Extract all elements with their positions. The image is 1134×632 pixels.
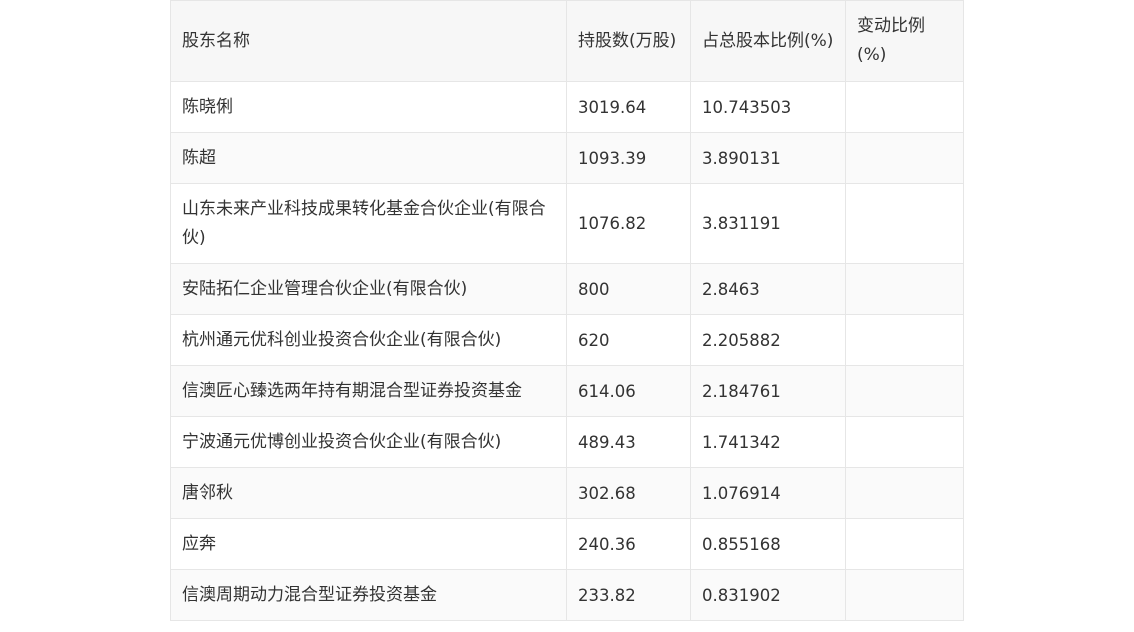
table-row: 杭州通元优科创业投资合伙企业(有限合伙) 620 2.205882 (170, 314, 964, 366)
cell-name: 安陆拓仁企业管理合伙企业(有限合伙) (170, 263, 567, 315)
cell-name: 宁波通元优博创业投资合伙企业(有限合伙) (170, 416, 567, 468)
cell-ratio: 1.741342 (690, 416, 846, 468)
cell-ratio: 1.076914 (690, 467, 846, 519)
cell-name: 杭州通元优科创业投资合伙企业(有限合伙) (170, 314, 567, 366)
table-row: 山东未来产业科技成果转化基金合伙企业(有限合伙) 1076.82 3.83119… (170, 183, 964, 264)
cell-shares: 302.68 (566, 467, 691, 519)
cell-shares: 233.82 (566, 569, 691, 621)
cell-name: 陈晓俐 (170, 81, 567, 133)
table-row: 宁波通元优博创业投资合伙企业(有限合伙) 489.43 1.741342 (170, 416, 964, 468)
cell-name: 信澳周期动力混合型证券投资基金 (170, 569, 567, 621)
table-row: 安陆拓仁企业管理合伙企业(有限合伙) 800 2.8463 (170, 263, 964, 315)
cell-change (845, 132, 964, 184)
cell-change (845, 314, 964, 366)
cell-shares: 614.06 (566, 365, 691, 417)
table-row: 应奔 240.36 0.855168 (170, 518, 964, 570)
cell-change (845, 416, 964, 468)
header-row: 股东名称 持股数(万股) 占总股本比例(%) 变动比例(%) (170, 0, 964, 82)
cell-name: 唐邻秋 (170, 467, 567, 519)
cell-change (845, 365, 964, 417)
cell-ratio: 2.184761 (690, 365, 846, 417)
table-row: 唐邻秋 302.68 1.076914 (170, 467, 964, 519)
cell-shares: 620 (566, 314, 691, 366)
cell-change (845, 263, 964, 315)
header-change-ratio: 变动比例(%) (845, 0, 964, 82)
header-share-ratio: 占总股本比例(%) (690, 0, 846, 82)
cell-shares: 489.43 (566, 416, 691, 468)
table-row: 陈超 1093.39 3.890131 (170, 132, 964, 184)
cell-ratio: 0.855168 (690, 518, 846, 570)
header-shares-held: 持股数(万股) (566, 0, 691, 82)
cell-name: 信澳匠心臻选两年持有期混合型证券投资基金 (170, 365, 567, 417)
table-row: 信澳匠心臻选两年持有期混合型证券投资基金 614.06 2.184761 (170, 365, 964, 417)
cell-change (845, 518, 964, 570)
cell-name: 陈超 (170, 132, 567, 184)
cell-change (845, 467, 964, 519)
cell-name: 山东未来产业科技成果转化基金合伙企业(有限合伙) (170, 183, 567, 264)
cell-name: 应奔 (170, 518, 567, 570)
cell-shares: 1076.82 (566, 183, 691, 264)
cell-shares: 1093.39 (566, 132, 691, 184)
header-shareholder-name: 股东名称 (170, 0, 567, 82)
cell-ratio: 10.743503 (690, 81, 846, 133)
cell-ratio: 2.8463 (690, 263, 846, 315)
cell-shares: 240.36 (566, 518, 691, 570)
cell-change (845, 183, 964, 264)
table-row: 陈晓俐 3019.64 10.743503 (170, 81, 964, 133)
cell-ratio: 2.205882 (690, 314, 846, 366)
cell-change (845, 81, 964, 133)
cell-ratio: 0.831902 (690, 569, 846, 621)
cell-shares: 3019.64 (566, 81, 691, 133)
cell-change (845, 569, 964, 621)
cell-ratio: 3.831191 (690, 183, 846, 264)
cell-shares: 800 (566, 263, 691, 315)
table-row: 信澳周期动力混合型证券投资基金 233.82 0.831902 (170, 569, 964, 621)
shareholders-table-container: 股东名称 持股数(万股) 占总股本比例(%) 变动比例(%) 陈晓俐 3019.… (170, 0, 964, 621)
cell-ratio: 3.890131 (690, 132, 846, 184)
table-body: 陈晓俐 3019.64 10.743503 陈超 1093.39 3.89013… (170, 81, 964, 621)
table-header: 股东名称 持股数(万股) 占总股本比例(%) 变动比例(%) (170, 0, 964, 82)
shareholders-table: 股东名称 持股数(万股) 占总股本比例(%) 变动比例(%) 陈晓俐 3019.… (170, 0, 964, 621)
